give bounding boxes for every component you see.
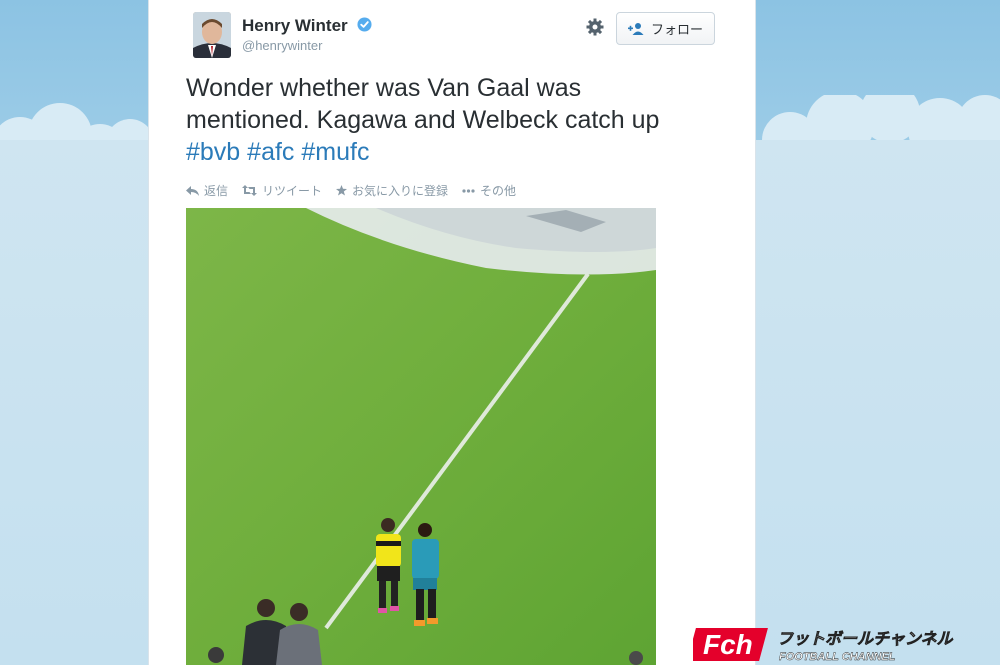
favorite-action[interactable]: お気に入りに登録 [336,182,448,199]
more-dots-icon [462,188,475,193]
hashtag-link[interactable]: #afc [247,138,294,166]
hashtag-row: #bvb #afc #mufc [186,136,726,168]
logo-en-text: FOOTBALL CHANNEL [779,651,896,663]
favorite-label: お気に入りに登録 [352,184,449,198]
tweet-actions: 返信 リツイート お気に入りに登録 その他 [186,182,516,199]
tweet-text-line-2: mentioned. Kagawa and Welbeck catch up [186,106,660,134]
hashtag-link[interactable]: #bvb [186,138,240,166]
logo-jp-text: フットボールチャンネル [777,629,954,648]
tweet-photo[interactable] [186,208,656,665]
author-name[interactable]: Henry Winter [242,16,372,36]
retweet-action[interactable]: リツイート [242,182,322,199]
reply-label: 返信 [204,184,229,198]
tweet-text-line-1: Wonder whether was Van Gaal was [186,74,582,102]
reply-action[interactable]: 返信 [186,182,228,199]
gear-icon[interactable] [585,17,605,37]
add-user-icon [627,23,644,35]
star-icon [336,185,348,196]
author-handle[interactable]: @henrywinter [242,38,322,53]
tweet-text: Wonder whether was Van Gaal was mentione… [186,72,726,168]
author-name-text[interactable]: Henry Winter [242,16,348,35]
avatar[interactable] [193,12,231,58]
tweet-card: Henry Winter @henrywinter フォロー Wonder wh… [148,0,756,665]
retweet-icon [242,185,258,196]
verified-badge-icon [357,17,372,32]
follow-button[interactable]: フォロー [616,12,715,45]
follow-label: フォロー [650,22,703,37]
retweet-label: リツイート [262,184,323,198]
hashtag-link[interactable]: #mufc [301,138,369,166]
more-label: その他 [480,184,517,198]
logo-mark-text: Fch [703,629,753,660]
reply-icon [186,185,199,196]
football-channel-logo: Fch フットボールチャンネル FOOTBALL CHANNEL [693,628,954,663]
more-action[interactable]: その他 [462,182,516,199]
